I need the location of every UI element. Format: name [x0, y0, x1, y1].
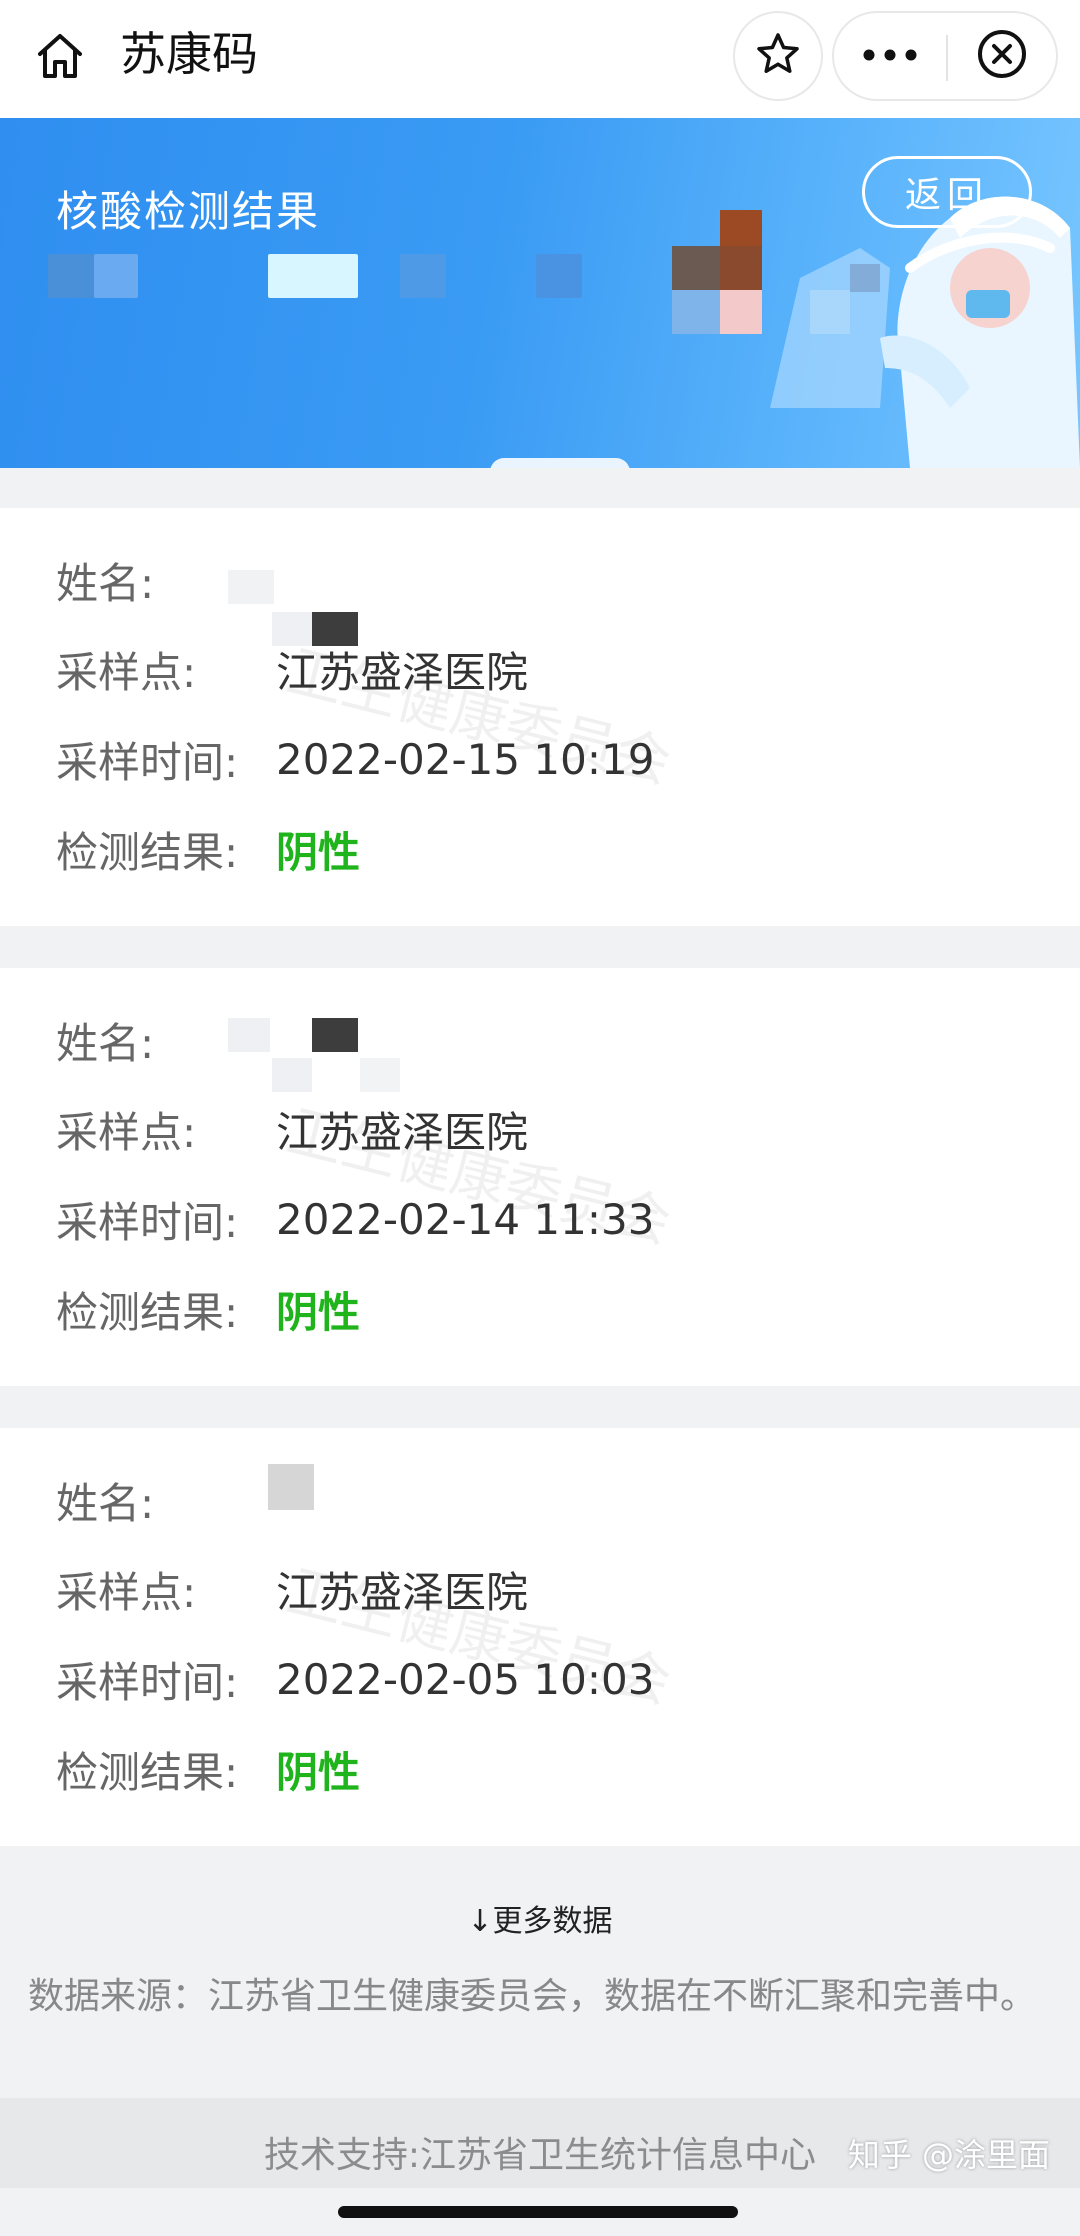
- result-value: 阴性: [276, 1287, 361, 1337]
- mini-program-capsule: [832, 11, 1058, 101]
- top-app-bar: 苏康码: [0, 0, 1080, 118]
- test-record-card: 卫生健康委员会 姓名: 采样点: 江苏盛泽医院 采样时间: 2022-02-15…: [0, 508, 1080, 926]
- time-value: 2022-02-15 10:19: [276, 734, 655, 784]
- redacted-name: [268, 1464, 314, 1510]
- redacted-name: [312, 1018, 358, 1052]
- home-icon[interactable]: [34, 30, 86, 82]
- close-icon: [976, 28, 1028, 84]
- app-title: 苏康码: [120, 27, 258, 81]
- time-value: 2022-02-05 10:03: [276, 1654, 655, 1704]
- redacted-info: [48, 254, 94, 298]
- name-row: 姓名:: [56, 1470, 276, 1530]
- result-value: 阴性: [276, 827, 361, 877]
- redacted-info: [400, 254, 446, 298]
- close-button[interactable]: [948, 13, 1056, 99]
- more-data-link[interactable]: ↓更多数据: [0, 1896, 1080, 1940]
- site-value: 江苏盛泽医院: [276, 647, 529, 697]
- zhihu-attribution: 知乎 @涂里面: [847, 2136, 1050, 2174]
- time-row: 采样时间: 2022-02-05 10:03: [56, 1649, 654, 1709]
- result-label: 检测结果:: [56, 827, 239, 877]
- favorite-button[interactable]: [733, 11, 823, 101]
- test-record-card: 卫生健康委员会 姓名: 采样点: 江苏盛泽医院 采样时间: 2022-02-05…: [0, 1428, 1080, 1846]
- time-label: 采样时间:: [56, 737, 239, 787]
- redacted-name: [272, 1058, 312, 1092]
- time-label: 采样时间:: [56, 1197, 239, 1247]
- star-icon: [754, 30, 802, 82]
- redacted-name: [360, 1058, 400, 1092]
- data-source-note: 数据来源：江苏省卫生健康委员会，数据在不断汇聚和完善中。: [28, 1976, 1037, 2017]
- redacted-info: [268, 254, 358, 298]
- site-value: 江苏盛泽医院: [276, 1567, 529, 1617]
- back-button[interactable]: 返回: [862, 156, 1032, 228]
- time-value: 2022-02-14 11:33: [276, 1194, 655, 1244]
- site-label: 采样点:: [56, 1107, 197, 1157]
- time-row: 采样时间: 2022-02-14 11:33: [56, 1189, 654, 1249]
- test-record-card: 卫生健康委员会 姓名: 采样点: 江苏盛泽医院 采样时间: 2022-02-14…: [0, 968, 1080, 1386]
- more-button[interactable]: [834, 13, 946, 99]
- result-value: 阴性: [276, 1747, 361, 1797]
- site-label: 采样点:: [56, 647, 197, 697]
- site-value: 江苏盛泽医院: [276, 1107, 529, 1157]
- redacted-info: [536, 254, 582, 298]
- site-label: 采样点:: [56, 1567, 197, 1617]
- site-row: 采样点: 江苏盛泽医院: [56, 1099, 528, 1159]
- name-label: 姓名:: [56, 1478, 155, 1528]
- result-row: 检测结果: 阴性: [56, 1279, 360, 1339]
- site-row: 采样点: 江苏盛泽医院: [56, 1559, 528, 1619]
- time-row: 采样时间: 2022-02-15 10:19: [56, 729, 654, 789]
- result-row: 检测结果: 阴性: [56, 1739, 360, 1799]
- result-row: 检测结果: 阴性: [56, 819, 360, 879]
- site-row: 采样点: 江苏盛泽医院: [56, 639, 528, 699]
- time-label: 采样时间:: [56, 1657, 239, 1707]
- home-indicator[interactable]: [338, 2206, 738, 2218]
- result-label: 检测结果:: [56, 1747, 239, 1797]
- more-icon: [862, 47, 918, 66]
- redacted-name: [228, 1018, 270, 1052]
- result-label: 检测结果:: [56, 1287, 239, 1337]
- redacted-info: [94, 254, 138, 298]
- result-banner: 核酸检测结果 返回: [0, 118, 1080, 468]
- banner-title: 核酸检测结果: [56, 187, 321, 236]
- banner-notch: [490, 458, 630, 468]
- redacted-name: [228, 570, 274, 604]
